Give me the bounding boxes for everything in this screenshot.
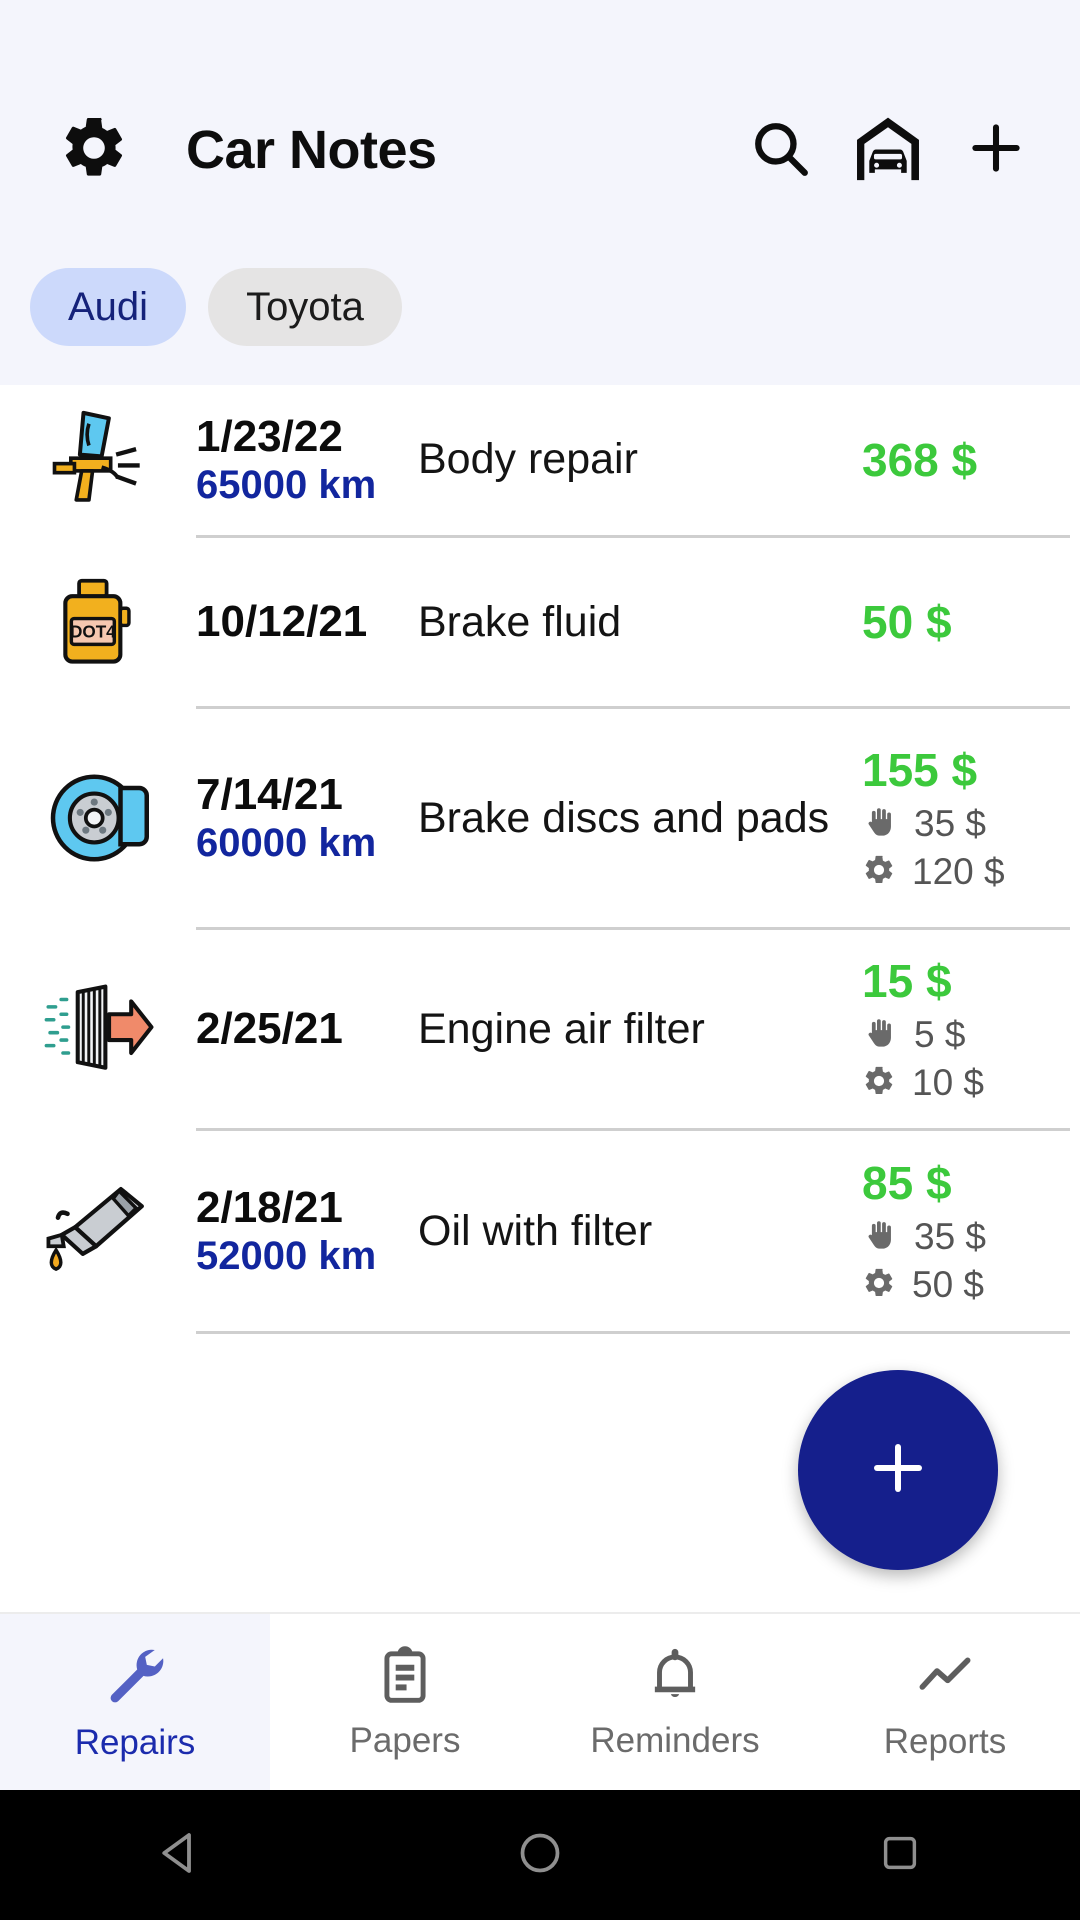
table-row[interactable]: DOT4 10/12/21 Brake fluid 50 $ [0, 538, 1080, 706]
repair-date: 10/12/21 [196, 597, 368, 647]
repair-date-block: 7/14/21 60000 km [196, 770, 418, 865]
repair-total: 155 $ [862, 744, 978, 796]
repair-total: 368 $ [862, 433, 978, 486]
plus-icon [862, 1432, 934, 1509]
app-root: Car Notes Audi Toyota 1/23/22 65000 km B… [0, 0, 1080, 1920]
hand-icon [862, 1015, 898, 1056]
svg-text:DOT4: DOT4 [70, 621, 116, 641]
repair-odometer: 52000 km [196, 1233, 377, 1278]
repair-odometer: 60000 km [196, 820, 377, 865]
wrench-icon [102, 1642, 168, 1713]
plus-icon [963, 115, 1029, 186]
appbar: Car Notes [0, 95, 1080, 205]
nav-label: Repairs [74, 1722, 196, 1762]
repair-date-block: 2/18/21 52000 km [196, 1183, 418, 1278]
repair-price-block: 85 $ 35 $ 50 $ [852, 1156, 1080, 1306]
oil-can-icon [0, 1131, 196, 1331]
nav-label: Reports [883, 1721, 1007, 1761]
repair-labor-line: 5 $ [862, 1014, 1080, 1056]
gear-icon [862, 1266, 896, 1305]
repair-date: 1/23/22 [196, 412, 343, 462]
brake-fluid-bottle-icon: DOT4 [0, 538, 196, 706]
repair-parts-line: 50 $ [862, 1264, 1080, 1306]
repair-date-block: 1/23/22 65000 km [196, 412, 418, 507]
search-button[interactable] [726, 96, 834, 204]
chip-car-0[interactable]: Audi [30, 268, 187, 346]
table-row[interactable]: 2/18/21 52000 km Oil with filter 85 $ 35… [0, 1131, 1080, 1331]
repair-price-block: 50 $ [852, 595, 1080, 649]
garage-icon [850, 110, 926, 191]
circle-icon [515, 1828, 565, 1883]
table-row[interactable]: 7/14/21 60000 km Brake discs and pads 15… [0, 709, 1080, 927]
search-icon [747, 115, 813, 186]
repair-price-block: 155 $ 35 $ 120 $ [852, 743, 1080, 893]
repair-date: 2/25/21 [196, 1004, 343, 1054]
chip-car-1[interactable]: Toyota [208, 268, 402, 346]
repair-date-block: 2/25/21 [196, 1004, 418, 1053]
repair-labor-value: 5 $ [914, 1014, 966, 1055]
repair-labor-line: 35 $ [862, 803, 1080, 845]
repair-labor-value: 35 $ [914, 803, 987, 844]
repairs-list: 1/23/22 65000 km Body repair 368 $ DOT4 [0, 385, 1080, 1334]
nav-item-reports[interactable]: Reports [810, 1614, 1080, 1790]
nav-item-reminders[interactable]: Reminders [540, 1614, 810, 1790]
repair-parts-line: 120 $ [862, 851, 1080, 893]
brake-disc-icon [0, 709, 196, 927]
add-repair-header-button[interactable] [942, 96, 1050, 204]
air-filter-icon [0, 930, 196, 1128]
repair-parts-value: 120 $ [912, 851, 1005, 892]
repair-total: 15 $ [862, 955, 952, 1007]
repair-parts-value: 50 $ [912, 1264, 985, 1305]
repair-date: 7/14/21 [196, 770, 343, 820]
repair-date-block: 10/12/21 [196, 597, 418, 646]
chip-label: Audi [68, 284, 149, 329]
appbar-actions [726, 96, 1080, 204]
table-row[interactable]: 2/25/21 Engine air filter 15 $ 5 $ 10 $ [0, 930, 1080, 1128]
nav-item-repairs[interactable]: Repairs [0, 1614, 270, 1790]
gear-icon [862, 1064, 896, 1103]
nav-item-papers[interactable]: Papers [270, 1614, 540, 1790]
repair-parts-line: 10 $ [862, 1062, 1080, 1104]
repair-price-block: 15 $ 5 $ 10 $ [852, 954, 1080, 1104]
settings-button[interactable] [46, 112, 142, 189]
repair-price-block: 368 $ [852, 433, 1080, 487]
row-divider [196, 1331, 1070, 1334]
app-header: Car Notes Audi Toyota [0, 0, 1080, 385]
line-chart-icon [913, 1643, 977, 1712]
repair-odometer: 65000 km [196, 462, 377, 507]
table-row[interactable]: 1/23/22 65000 km Body repair 368 $ [0, 385, 1080, 535]
repair-description: Body repair [418, 435, 638, 484]
clipboard-icon [374, 1644, 436, 1711]
repair-labor-value: 35 $ [914, 1216, 987, 1257]
hand-icon [862, 1217, 898, 1258]
square-icon [877, 1830, 923, 1881]
triangle-left-icon [153, 1826, 207, 1885]
spray-gun-icon [0, 385, 196, 535]
gear-icon [58, 112, 130, 189]
repair-description: Brake fluid [418, 597, 622, 646]
bell-icon [644, 1644, 706, 1711]
repair-description: Oil with filter [418, 1206, 653, 1255]
recents-button[interactable] [840, 1790, 960, 1920]
page-title: Car Notes [186, 120, 437, 180]
add-repair-fab[interactable] [798, 1370, 998, 1570]
nav-label: Papers [349, 1720, 461, 1760]
android-system-navigation-bar [0, 1790, 1080, 1920]
repair-labor-line: 35 $ [862, 1216, 1080, 1258]
back-button[interactable] [120, 1790, 240, 1920]
hand-icon [862, 804, 898, 845]
repair-description: Engine air filter [418, 1004, 705, 1053]
repair-parts-value: 10 $ [912, 1062, 985, 1103]
repair-total: 50 $ [862, 596, 952, 648]
bottom-navigation: Repairs Papers Reminders Reports [0, 1612, 1080, 1790]
gear-icon [862, 853, 896, 892]
repair-date: 2/18/21 [196, 1183, 343, 1233]
garage-button[interactable] [834, 96, 942, 204]
chip-label: Toyota [246, 284, 364, 329]
home-button[interactable] [480, 1790, 600, 1920]
car-filter-chips: Audi Toyota [30, 268, 402, 346]
repair-description: Brake discs and pads [418, 793, 830, 842]
nav-label: Reminders [590, 1720, 760, 1760]
repair-total: 85 $ [862, 1157, 952, 1209]
